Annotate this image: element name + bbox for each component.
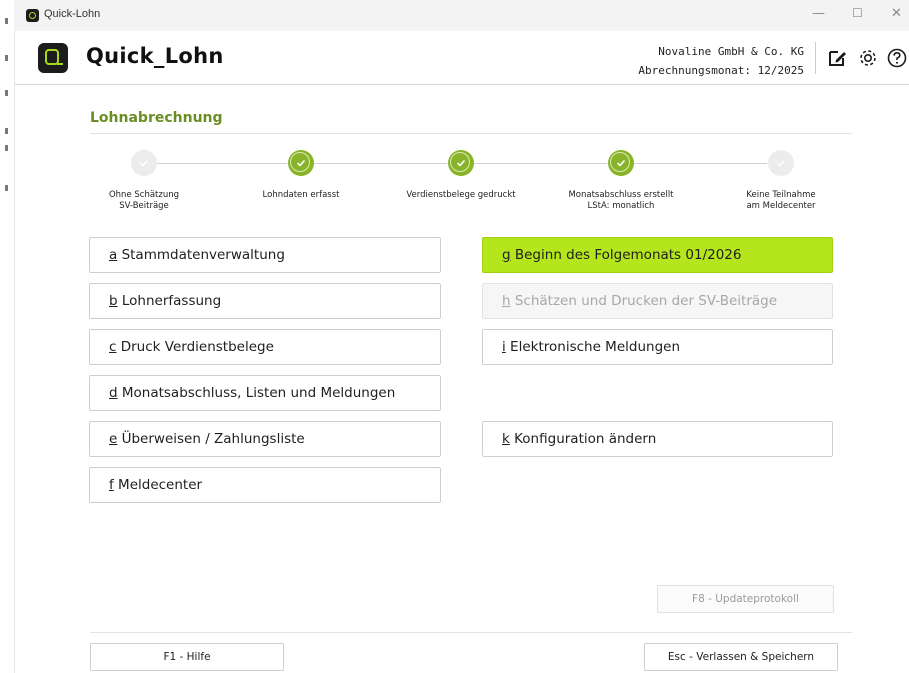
hotkey-d: d [109,385,118,401]
check-icon [456,159,466,167]
help-icon[interactable] [886,47,908,69]
gear-icon[interactable] [857,47,879,69]
step-2-indicator [288,150,314,176]
app-name: Quick_Lohn [86,44,224,68]
monatsabschluss-button[interactable]: d Monatsabschluss, Listen und Meldungen [89,375,441,411]
step-4-label: Monatsabschluss erstellt LStA: monatlich [568,190,674,211]
close-icon[interactable]: ✕ [891,6,902,21]
stammdatenverwaltung-button[interactable]: a Stammdatenverwaltung [89,237,441,273]
button-label: Lohnerfassung [117,293,222,309]
company-info: Novaline GmbH & Co. KG Abrechnungsmonat:… [638,42,804,80]
background-window-edge [0,0,15,673]
edit-icon[interactable] [826,47,848,69]
step-connector [474,163,607,164]
step-4-indicator [608,150,634,176]
billing-period: Abrechnungsmonat: 12/2025 [638,64,804,77]
maximize-icon[interactable]: ☐ [852,6,863,20]
app-logo-small-icon [26,9,39,22]
window-titlebar: Quick-Lohn — ☐ ✕ [14,0,909,31]
hotkey-k: k [502,431,510,447]
button-label: Schätzen und Drucken der SV-Beiträge [510,293,778,309]
sv-beitraege-button: h Schätzen und Drucken der SV-Beiträge [482,283,833,319]
help-button[interactable]: F1 - Hilfe [90,643,284,671]
company-name: Novaline GmbH & Co. KG [658,45,804,58]
hotkey-h: h [502,293,511,309]
button-label: Beginn des Folgemonats 01/2026 [510,247,742,263]
button-label: Überweisen / Zahlungsliste [117,431,305,447]
button-label: Konfiguration ändern [509,431,657,447]
footer-divider [90,632,852,633]
header-divider [815,42,816,74]
elektronische-meldungen-button[interactable]: i Elektronische Meldungen [482,329,833,365]
section-title: Lohnabrechnung [90,110,223,126]
step-5-indicator [768,150,794,176]
section-divider [90,133,852,134]
step-connector [157,163,287,164]
step-connector [314,163,447,164]
minimize-icon[interactable]: — [812,6,825,21]
lohnerfassung-button[interactable]: b Lohnerfassung [89,283,441,319]
app-header: Quick_Lohn Novaline GmbH & Co. KG Abrech… [14,31,909,85]
meldecenter-button[interactable]: f Meldecenter [89,467,441,503]
step-connector [634,163,767,164]
step-1-label: Ohne Schätzung SV-Beiträge [108,190,180,211]
window-title: Quick-Lohn [44,8,101,20]
hotkey-g: g [502,247,511,263]
button-label: Stammdatenverwaltung [117,247,285,263]
step-3-indicator [448,150,474,176]
button-label: Meldecenter [113,477,203,493]
druck-verdienstbelege-button[interactable]: c Druck Verdienstbelege [89,329,441,365]
button-label: Elektronische Meldungen [505,339,680,355]
exit-save-button[interactable]: Esc - Verlassen & Speichern [644,643,838,671]
updateprotokoll-button: F8 - Updateprotokoll [657,585,834,613]
app-logo-icon [38,43,68,73]
konfiguration-button[interactable]: k Konfiguration ändern [482,421,833,457]
step-5-label: Keine Teilnahme am Meldecenter [746,190,816,211]
step-3-label: Verdienstbelege gedruckt [406,190,516,200]
step-1-indicator [131,150,157,176]
check-icon [776,159,786,167]
button-label: Druck Verdienstbelege [116,339,274,355]
button-label: Monatsabschluss, Listen und Meldungen [117,385,396,401]
ueberweisen-button[interactable]: e Überweisen / Zahlungsliste [89,421,441,457]
folgemonat-button[interactable]: g Beginn des Folgemonats 01/2026 [482,237,833,273]
step-2-label: Lohndaten erfasst [262,190,340,200]
check-icon [616,159,626,167]
check-icon [139,159,149,167]
check-icon [296,159,306,167]
hotkey-b: b [109,293,118,309]
